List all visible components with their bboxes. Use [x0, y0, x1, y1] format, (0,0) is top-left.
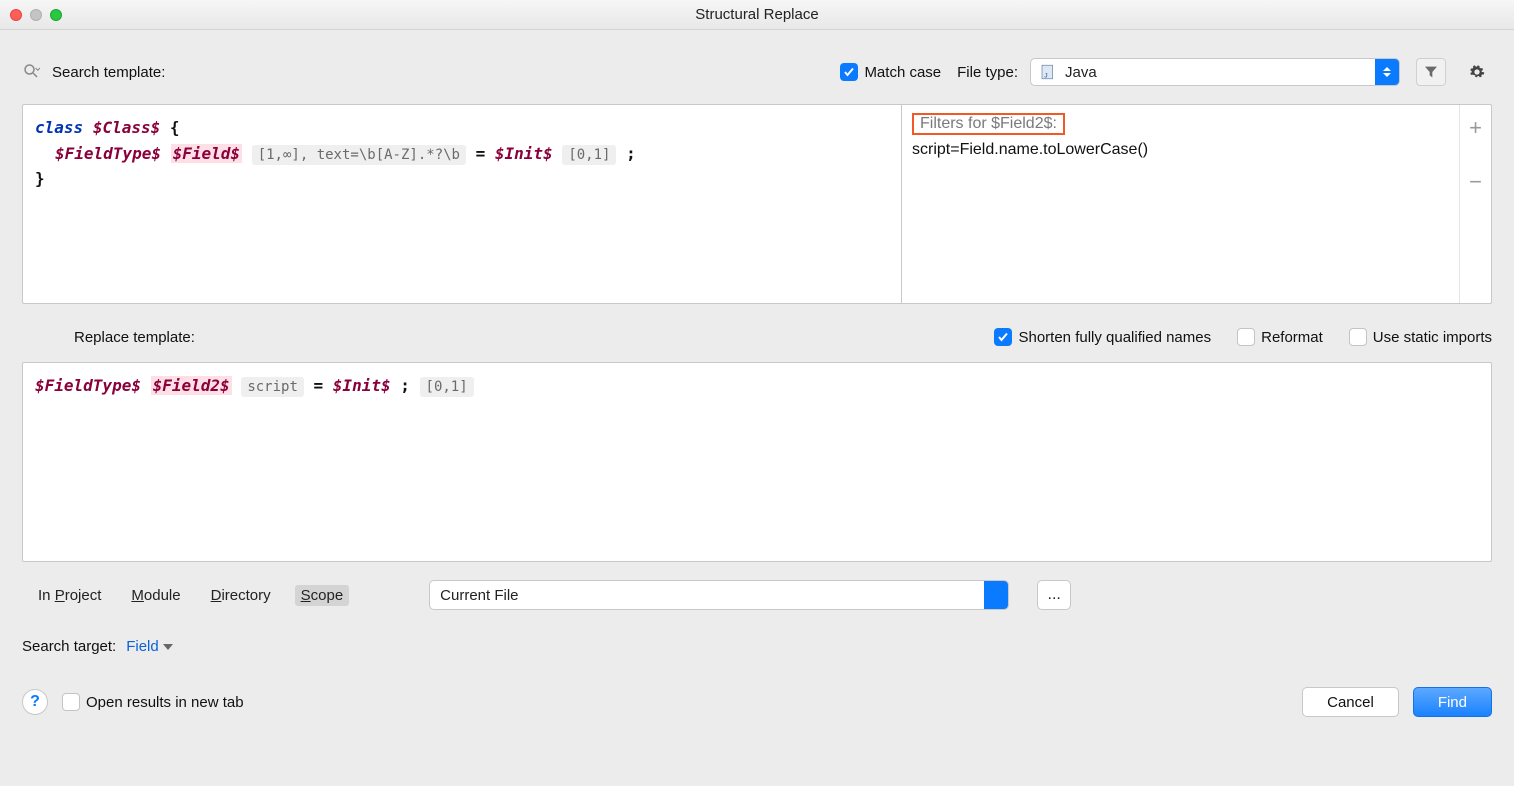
code-text: =	[314, 376, 333, 395]
code-keyword: class	[35, 118, 83, 137]
code-var-fieldtype: $FieldType$	[35, 376, 141, 395]
code-text: {	[170, 118, 180, 137]
filters-title: Filters for $Field2$:	[912, 113, 1065, 135]
code-var-field: $Field$	[171, 144, 242, 163]
shorten-fqn-checkbox[interactable]	[994, 328, 1012, 346]
open-results-checkbox[interactable]	[62, 693, 80, 711]
search-target-value: Field	[126, 638, 159, 655]
scope-select-handle[interactable]	[984, 580, 1008, 610]
code-var-fieldtype: $FieldType$	[55, 144, 161, 163]
remove-filter-icon[interactable]: −	[1469, 169, 1482, 195]
window-controls	[10, 9, 62, 21]
file-type-label: File type:	[957, 64, 1018, 81]
titlebar: Structural Replace	[0, 0, 1514, 30]
scope-tab-project[interactable]: In Project	[32, 585, 107, 606]
scope-tab-module[interactable]: Module	[125, 585, 186, 606]
svg-text:J: J	[1044, 72, 1047, 79]
reformat-label: Reformat	[1261, 329, 1323, 346]
code-var-class: $Class$	[93, 118, 160, 137]
reformat-checkbox[interactable]	[1237, 328, 1255, 346]
zoom-window-button[interactable]	[50, 9, 62, 21]
scope-select[interactable]: Current File	[429, 580, 1009, 610]
code-hint: [0,1]	[562, 145, 616, 165]
code-text: =	[476, 144, 495, 163]
match-case-label: Match case	[864, 64, 941, 81]
static-imports-label: Use static imports	[1373, 329, 1492, 346]
search-template-editor[interactable]: class $Class$ { $FieldType$ $Field$ [1,∞…	[23, 105, 901, 303]
code-var-init: $Init$	[495, 144, 553, 163]
scope-more-button[interactable]: ...	[1037, 580, 1071, 610]
filters-panel: Filters for $Field2$: script=Field.name.…	[901, 105, 1491, 303]
match-case-checkbox[interactable]	[840, 63, 858, 81]
file-type-value: Java	[1057, 64, 1375, 81]
find-button[interactable]: Find	[1413, 687, 1492, 717]
file-type-select-handle[interactable]	[1375, 58, 1399, 86]
scope-tabs: In Project Module Directory Scope	[22, 585, 349, 606]
cancel-button[interactable]: Cancel	[1302, 687, 1399, 717]
scope-tab-scope[interactable]: Scope	[295, 585, 350, 606]
static-imports-checkbox[interactable]	[1349, 328, 1367, 346]
java-file-icon: J	[1039, 63, 1057, 81]
code-hint: script	[241, 377, 304, 397]
window-title: Structural Replace	[10, 6, 1504, 23]
minimize-window-button[interactable]	[30, 9, 42, 21]
search-target-label: Search target:	[22, 638, 116, 655]
help-button[interactable]: ?	[22, 689, 48, 715]
filter-icon[interactable]	[1416, 58, 1446, 86]
code-hint: [0,1]	[420, 377, 474, 397]
gear-icon[interactable]	[1462, 58, 1492, 86]
code-var-field2: $Field2$	[151, 376, 232, 395]
code-var-init: $Init$	[333, 376, 391, 395]
scope-select-value: Current File	[440, 587, 984, 604]
add-filter-icon[interactable]: +	[1469, 115, 1482, 141]
file-type-select[interactable]: J Java	[1030, 58, 1400, 86]
shorten-fqn-label: Shorten fully qualified names	[1018, 329, 1211, 346]
search-target-dropdown[interactable]: Field	[126, 638, 173, 655]
search-icon[interactable]	[22, 62, 40, 83]
replace-template-editor[interactable]: $FieldType$ $Field2$ script = $Init$ ; […	[22, 362, 1492, 562]
close-window-button[interactable]	[10, 9, 22, 21]
search-template-label: Search template:	[52, 64, 165, 81]
code-hint: [1,∞], text=\b[A-Z].*?\b	[252, 145, 466, 165]
code-text: ;	[626, 144, 636, 163]
replace-template-label: Replace template:	[74, 329, 195, 346]
open-results-label: Open results in new tab	[86, 694, 244, 711]
scope-tab-directory[interactable]: Directory	[205, 585, 277, 606]
code-text: }	[35, 169, 45, 188]
chevron-down-icon	[163, 644, 173, 650]
filters-body: script=Field.name.toLowerCase()	[912, 141, 1481, 159]
